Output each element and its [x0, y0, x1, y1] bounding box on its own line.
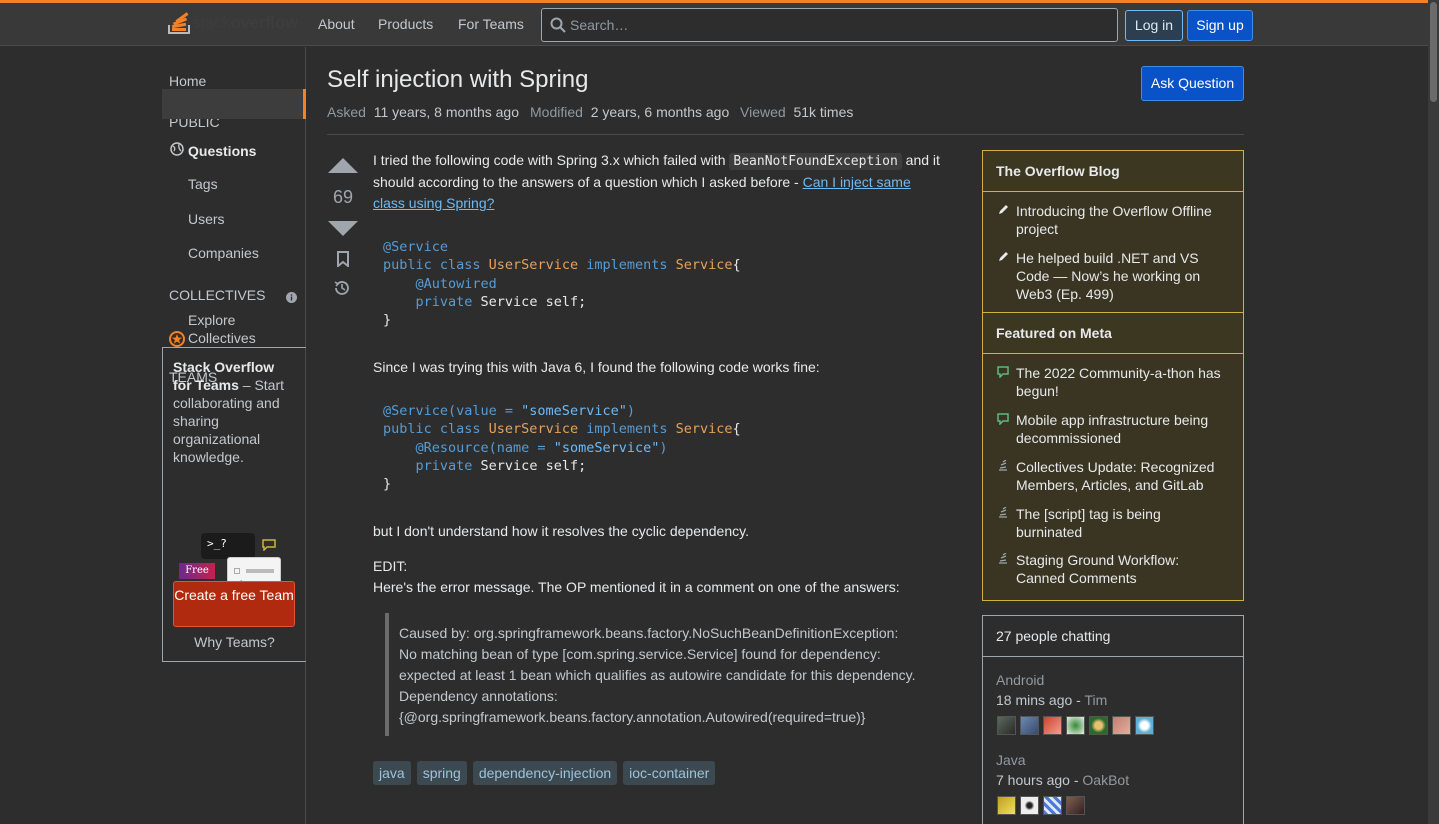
chat-room-activity: 18 mins ago - Tim: [996, 692, 1108, 708]
downvote-arrow-icon[interactable]: [328, 221, 358, 236]
tag-ioc-container[interactable]: ioc-container: [623, 761, 716, 785]
sidebar-item-home[interactable]: Home: [169, 73, 206, 89]
avatar[interactable]: [997, 796, 1016, 815]
avatar[interactable]: [1089, 716, 1108, 735]
info-icon[interactable]: [286, 292, 297, 303]
teams-promo: Stack Overflow for Teams – Start collabo…: [162, 347, 306, 662]
tag-list: java spring dependency-injection ioc-con…: [373, 761, 716, 785]
avatar[interactable]: [1066, 796, 1085, 815]
meta-item[interactable]: The 2022 Community-a-thon has begun!: [983, 364, 1243, 400]
terminal-prompt: >_?: [207, 537, 227, 550]
search-box[interactable]: [541, 8, 1118, 42]
sidebar-widget: The Overflow Blog Introducing the Overfl…: [982, 150, 1244, 601]
tag-java[interactable]: java: [373, 761, 411, 785]
chat-heading: 27 people chatting: [983, 616, 1243, 657]
free-badge: Free: [179, 563, 215, 579]
chat-widget: 27 people chatting Android 18 mins ago -…: [982, 615, 1244, 824]
sidebar-item-questions-label[interactable]: Questions: [188, 143, 256, 159]
meta-item[interactable]: Collectives Update: Recognized Members, …: [983, 458, 1243, 494]
meta-item[interactable]: Mobile app infrastructure being decommis…: [983, 411, 1243, 447]
blog-item[interactable]: He helped build .NET and VS Code — Now’s…: [983, 249, 1243, 303]
avatar[interactable]: [1020, 716, 1039, 735]
search-input[interactable]: [570, 9, 1110, 41]
tag-spring[interactable]: spring: [416, 761, 467, 785]
chat-avatars: [997, 716, 1154, 735]
sidebar-item-companies[interactable]: Companies: [188, 245, 259, 261]
chat-avatars: [997, 796, 1085, 815]
vote-count: 69: [332, 187, 354, 207]
why-teams-link[interactable]: Why Teams?: [163, 634, 306, 650]
code-block-2: @Service(value = "someService") public c…: [373, 402, 943, 494]
chat-room-name[interactable]: Android: [996, 672, 1044, 688]
sidebar-heading-collectives: COLLECTIVES: [169, 287, 266, 303]
upvote-arrow-icon[interactable]: [328, 158, 358, 173]
meta-heading: Featured on Meta: [983, 313, 1243, 354]
chat-room-name[interactable]: Java: [996, 752, 1026, 768]
sidebar-item-collectives[interactable]: Collectives: [188, 330, 256, 346]
avatar[interactable]: [1066, 716, 1085, 735]
blog-item[interactable]: Introducing the Overflow Offline project: [983, 202, 1243, 238]
modified-info: Modified 2 years, 6 months ago: [530, 104, 730, 120]
sidebar-item-explore[interactable]: Explore: [188, 312, 235, 328]
avatar[interactable]: [997, 716, 1016, 735]
nav-about[interactable]: About: [318, 16, 355, 32]
error-blockquote: Caused by: org.springframework.beans.fac…: [385, 613, 930, 736]
avatar[interactable]: [1043, 716, 1062, 735]
teams-promo-text: Stack Overflow for Teams – Start collabo…: [173, 359, 285, 465]
pencil-icon: [999, 205, 1008, 214]
stack-logo-icon: [999, 460, 1007, 471]
inline-code: BeanNotFoundException: [729, 153, 902, 170]
sidebar-item-tags[interactable]: Tags: [188, 176, 218, 192]
avatar[interactable]: [1020, 796, 1039, 815]
signup-button[interactable]: Sign up: [1187, 10, 1253, 41]
chat-bubble-icon: [997, 413, 1009, 425]
search-icon: [550, 17, 566, 33]
nav-for-teams[interactable]: For Teams: [458, 16, 524, 32]
login-button[interactable]: Log in: [1125, 10, 1183, 41]
site-logo[interactable]: stackoverflow: [168, 7, 298, 39]
page-scrollbar[interactable]: [1428, 0, 1439, 824]
stack-logo-icon: [168, 10, 190, 36]
stack-logo-icon: [999, 553, 1007, 564]
logo-text: stackoverflow: [192, 13, 298, 32]
post-paragraph-1: I tried the following code with Spring 3…: [373, 152, 940, 211]
history-icon[interactable]: [333, 279, 351, 297]
avatar[interactable]: [1112, 716, 1131, 735]
pencil-icon: [999, 252, 1008, 261]
post-paragraph-3: but I don't understand how it resolves t…: [373, 523, 749, 539]
create-team-button[interactable]: Create a free Team: [173, 581, 295, 627]
nav-products[interactable]: Products: [378, 16, 433, 32]
scrollbar-thumb[interactable]: [1430, 2, 1437, 102]
meta-item[interactable]: Staging Ground Workflow: Canned Comments: [983, 551, 1243, 587]
bookmark-icon[interactable]: [336, 251, 350, 267]
stack-logo-icon: [999, 507, 1007, 518]
globe-icon: [170, 142, 184, 156]
tag-dependency-injection[interactable]: dependency-injection: [472, 761, 618, 785]
sidebar-item-questions[interactable]: [162, 89, 306, 119]
chat-room-activity: 7 hours ago - OakBot: [996, 772, 1130, 788]
post-paragraph-5: Here's the error message. The OP mention…: [373, 579, 900, 595]
collectives-icon: [169, 331, 185, 347]
top-bar: stackoverflow About Products For Teams L…: [0, 0, 1428, 46]
terminal-card: >_?: [201, 533, 255, 559]
avatar[interactable]: [1135, 716, 1154, 735]
blog-heading: The Overflow Blog: [983, 151, 1243, 192]
asked-info: Asked 11 years, 8 months ago: [327, 104, 519, 120]
header-divider: [327, 134, 1244, 135]
viewed-info: Viewed 51k times: [740, 104, 854, 120]
post-paragraph-2: Since I was trying this with Java 6, I f…: [373, 359, 820, 375]
chat-bubble-icon: [997, 366, 1009, 378]
code-block-1: @Service public class UserService implem…: [373, 238, 943, 330]
post-edit-label: EDIT:: [373, 558, 408, 574]
meta-item[interactable]: The [script] tag is being burninated: [983, 505, 1243, 541]
sidebar-item-users[interactable]: Users: [188, 211, 225, 227]
question-title[interactable]: Self injection with Spring: [327, 66, 588, 94]
avatar[interactable]: [1043, 796, 1062, 815]
ask-question-button[interactable]: Ask Question: [1141, 66, 1244, 101]
speech-bubble-icon: [262, 539, 276, 551]
